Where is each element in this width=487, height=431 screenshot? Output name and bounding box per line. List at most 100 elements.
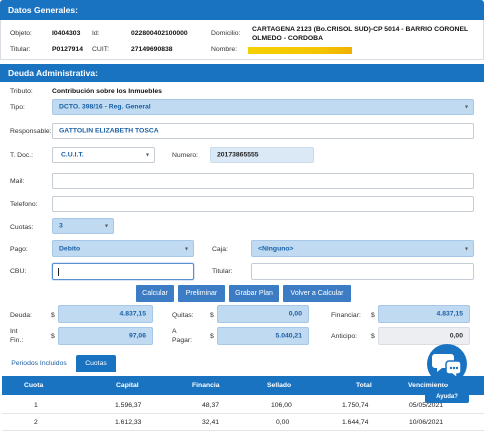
tipo-select-value: DCTO. 398/16 - Reg. General (59, 103, 151, 111)
deuda-total-field: 4.837,15 (58, 305, 153, 323)
calcular-button[interactable]: Calcular (136, 285, 174, 302)
anticipo-label: Anticipo: (331, 333, 358, 340)
id-value: 022800402100000 (131, 30, 188, 37)
cell-capital: 1.596,37 (115, 402, 142, 409)
apagar-field: 5.040,21 (217, 327, 309, 345)
deuda-panel-title: Deuda Administrativa: (8, 68, 98, 78)
text-cursor (58, 268, 59, 276)
tdoc-select-value: C.U.I.T. (61, 151, 84, 159)
deuda-currency: $ (51, 312, 55, 319)
general-panel-title: Datos Generales: (8, 5, 78, 15)
anticipo-value: 0,00 (449, 332, 463, 340)
tipo-select[interactable]: DCTO. 398/16 - Reg. General ▾ (52, 99, 474, 115)
cell-cuota: 1 (34, 402, 38, 409)
chevron-down-icon: ▾ (145, 152, 149, 159)
intfin-value: 97,06 (128, 332, 146, 340)
quitas-label: Quitas: (172, 312, 194, 319)
caja-select-value: <Ninguno> (258, 245, 294, 252)
pago-label: Pago: (10, 246, 28, 253)
intfin-field: 97,06 (58, 327, 153, 345)
quitas-currency: $ (210, 312, 214, 319)
deuda-label: Deuda: (10, 312, 32, 319)
anticipo-field[interactable]: 0,00 (378, 327, 470, 345)
general-panel-header: Datos Generales: (0, 0, 484, 20)
cbu-input[interactable] (52, 263, 194, 280)
quitas-value: 0,00 (288, 310, 302, 318)
cell-vencimiento: 10/06/2021 (409, 419, 444, 426)
responsable-label: Responsable: (10, 128, 52, 135)
chevron-down-icon: ▾ (104, 223, 108, 230)
responsable-value: GATTOLIN ELIZABETH TOSCA (59, 127, 159, 135)
tdoc-label: T. Doc.: (10, 152, 34, 159)
chat-bubbles-icon[interactable] (427, 344, 467, 384)
tdoc-select[interactable]: C.U.I.T. ▾ (52, 147, 155, 163)
apagar-value: 5.040,21 (275, 332, 302, 340)
objeto-label: Objeto: (10, 30, 32, 37)
financiar-value: 4.837,15 (436, 310, 463, 318)
financiar-label: Financiar: (331, 312, 361, 319)
tab-periodos-incluidos[interactable]: Periodos Incluidos (6, 355, 72, 372)
cuotas-select-value: 3 (59, 222, 63, 230)
cell-total: 1.750,74 (342, 402, 369, 409)
cell-sellado: 106,00 (271, 402, 292, 409)
anticipo-currency: $ (371, 333, 375, 340)
numero-label: Numero: (172, 152, 199, 159)
titular-cuenta-label: Titular: (212, 268, 233, 275)
table-row[interactable]: 1 1.596,37 48,37 106,00 1.750,74 05/05/2… (2, 397, 484, 414)
chevron-down-icon: ▾ (184, 246, 188, 252)
help-widget[interactable]: Ayuda? (425, 344, 469, 403)
caja-label: Caja: (212, 246, 228, 253)
domicilio-label: Domicilio: (211, 30, 241, 37)
preliminar-button[interactable]: Preliminar (178, 285, 225, 302)
volver-calcular-button[interactable]: Volver a Calcular (283, 285, 351, 302)
titular-label: Titular: (10, 46, 31, 53)
cuotas-label: Cuotas: (10, 224, 34, 231)
cuotas-table-header: Cuota Capital Financia Sellado Total Ven… (2, 376, 484, 395)
column-header-sellado: Sellado (267, 382, 292, 389)
cuit-value: 27149690838 (131, 46, 173, 53)
cell-total: 1.644,74 (342, 419, 369, 426)
chevron-down-icon: ▾ (464, 246, 468, 252)
tab-cuotas[interactable]: Cuotas (76, 355, 116, 372)
deuda-total-value: 4.837,15 (119, 310, 146, 318)
objeto-value: I0404303 (52, 30, 81, 37)
column-header-cuota: Cuota (24, 382, 44, 389)
apagar-currency: $ (210, 333, 214, 340)
table-row[interactable]: 2 1.612,33 32,41 0,00 1.644,74 10/06/202… (2, 414, 484, 431)
cuit-label: CUIT: (92, 46, 109, 53)
cell-financia: 48,37 (202, 402, 220, 409)
grabar-plan-button[interactable]: Grabar Plan (229, 285, 279, 302)
responsable-field[interactable]: GATTOLIN ELIZABETH TOSCA (52, 123, 474, 139)
cuotas-select[interactable]: 3 ▾ (52, 218, 114, 234)
financiar-currency: $ (371, 312, 375, 319)
nombre-label: Nombre: (211, 46, 238, 53)
titular-value: P0127914 (52, 46, 83, 53)
mail-input[interactable] (52, 173, 474, 189)
domicilio-value-line2: OLMEDO - CORDOBA (252, 35, 323, 42)
cbu-label: CBU: (10, 268, 27, 275)
intfin-label-1: Int (10, 328, 18, 335)
telefono-input[interactable] (52, 196, 474, 212)
deuda-panel-header: Deuda Administrativa: (0, 64, 484, 82)
telefono-label: Telefono: (10, 201, 38, 208)
pago-select-value: Debito (59, 245, 81, 252)
tributo-value: Contribución sobre los Inmuebles (52, 88, 162, 95)
apagar-label-1: A (172, 328, 177, 335)
help-label[interactable]: Ayuda? (425, 390, 469, 403)
numero-value: 20173865555 (217, 151, 259, 159)
cell-cuota: 2 (34, 419, 38, 426)
numero-field[interactable]: 20173865555 (210, 147, 314, 163)
pago-select[interactable]: Debito ▾ (52, 240, 194, 257)
tipo-label: Tipo: (10, 104, 25, 111)
intfin-label-2: Fin.: (10, 337, 24, 344)
cell-financia: 32,41 (202, 419, 220, 426)
tributo-label: Tributo: (10, 88, 33, 95)
domicilio-value-line1: CARTAGENA 2123 (Bo.CRISOL SUD)-CP 5014 -… (252, 26, 469, 33)
nombre-redacted-highlight (248, 47, 352, 54)
quitas-field: 0,00 (217, 305, 309, 323)
titular-cuenta-input[interactable] (251, 263, 474, 280)
cell-sellado: 0,00 (276, 419, 290, 426)
column-header-capital: Capital (116, 382, 139, 389)
caja-select[interactable]: <Ninguno> ▾ (251, 240, 474, 257)
column-header-financia: Financia (192, 382, 220, 389)
